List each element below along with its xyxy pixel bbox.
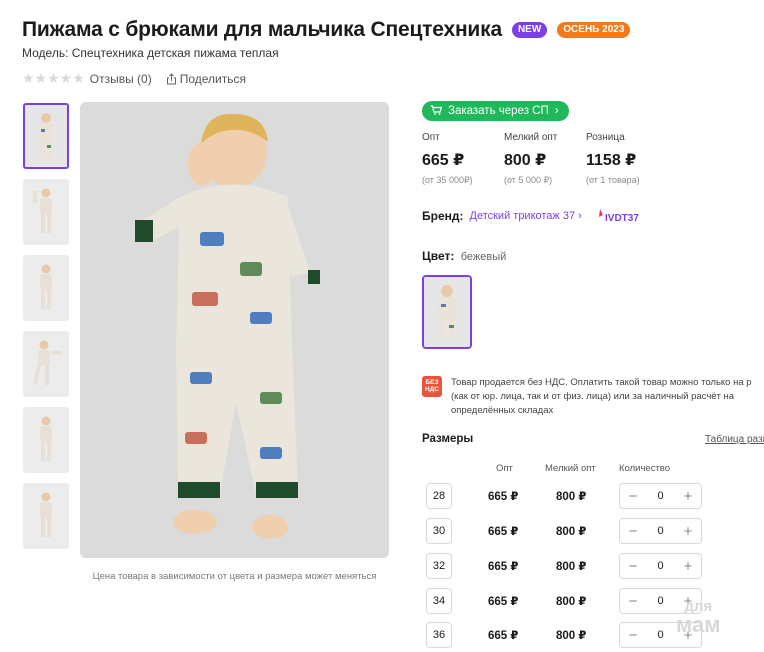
quantity-value[interactable]: 0: [657, 629, 663, 641]
col-small-opt: Мелкий опт: [545, 463, 596, 474]
price-small-wholesale: Мелкий опт 800 ₽ (от 5 000 ₽): [504, 132, 586, 186]
size-row: 30 665 ₽ 800 ₽ − 0 +: [426, 518, 764, 544]
quantity-value[interactable]: 0: [657, 525, 663, 537]
size-price-opt: 665 ₽: [488, 596, 519, 608]
minus-button[interactable]: −: [626, 558, 640, 575]
color-value: бежевый: [460, 251, 507, 263]
size-price-small-opt: 800 ₽: [556, 596, 587, 608]
page-title: Пижама с брюками для мальчика Спецтехник…: [22, 18, 502, 41]
chevron-right-icon: ›: [554, 105, 559, 117]
brand-row: Бренд: Детский трикотаж 37 › IVDT37: [422, 206, 642, 226]
thumbnail[interactable]: [23, 331, 69, 397]
quantity-stepper: − 0 +: [619, 553, 702, 579]
vat-text: Товар продается без НДС. Оплатить такой …: [451, 377, 752, 416]
price-wholesale: Опт 665 ₽ (от 35 000₽): [422, 132, 504, 186]
cart-icon: [430, 104, 443, 118]
price-retail: Розница 1158 ₽ (от 1 товара): [586, 132, 668, 186]
reviews-link[interactable]: Отзывы (0): [90, 72, 152, 86]
price-condition: (от 1 товара): [586, 175, 640, 185]
size-value: 34: [426, 588, 452, 614]
color-row: Цвет: бежевый: [422, 249, 506, 263]
size-price-small-opt: 800 ₽: [556, 561, 587, 573]
size-price-small-opt: 800 ₽: [556, 491, 587, 503]
size-price-opt: 665 ₽: [488, 561, 519, 573]
no-vat-icon: БЕЗ НДС: [422, 376, 442, 397]
size-value: 30: [426, 518, 452, 544]
size-price-small-opt: 800 ₽: [556, 526, 587, 538]
watermark-line2: мам: [676, 612, 721, 637]
model-text: Модель: Спецтехника детская пижама тепла…: [22, 46, 279, 60]
brand-link[interactable]: Детский трикотаж 37 ›: [470, 210, 582, 222]
price-label: Опт: [422, 132, 440, 143]
price-condition: (от 35 000₽): [422, 175, 473, 185]
size-price-opt: 665 ₽: [488, 526, 519, 538]
plus-button[interactable]: +: [681, 523, 695, 540]
thumbnail[interactable]: [23, 407, 69, 473]
share-button[interactable]: Поделиться: [166, 72, 246, 86]
rating-row: ★★★★★ Отзывы (0) Поделиться: [22, 70, 246, 87]
price-value: 800 ₽: [504, 152, 547, 169]
main-product-photo[interactable]: [80, 102, 389, 558]
quantity-stepper: − 0 +: [619, 518, 702, 544]
col-opt: Опт: [496, 463, 513, 474]
size-value: 36: [426, 622, 452, 648]
thumbnail[interactable]: [23, 179, 69, 245]
price-note: Цена товара в зависимости от цвета и раз…: [92, 571, 377, 582]
size-price-opt: 665 ₽: [488, 630, 519, 642]
rating-stars[interactable]: ★★★★★: [22, 70, 85, 87]
price-label: Розница: [586, 132, 625, 143]
quantity-value[interactable]: 0: [657, 560, 663, 572]
minus-button[interactable]: −: [626, 627, 640, 644]
size-price-small-opt: 800 ₽: [556, 630, 587, 642]
size-row: 32 665 ₽ 800 ₽ − 0 +: [426, 553, 764, 579]
title-row: Пижама с брюками для мальчика Спецтехник…: [22, 18, 631, 42]
plus-button[interactable]: +: [681, 558, 695, 575]
price-label: Мелкий опт: [504, 132, 558, 143]
price-condition: (от 5 000 ₽): [504, 175, 553, 185]
price-value: 665 ₽: [422, 152, 465, 169]
order-via-sp-button[interactable]: Заказать через СП ›: [422, 101, 569, 121]
minus-button[interactable]: −: [626, 523, 640, 540]
color-label: Цвет:: [422, 249, 455, 263]
watermark: для мам: [676, 598, 721, 637]
color-swatch-beige[interactable]: [422, 275, 472, 349]
thumbnail-list: [23, 103, 69, 559]
brand-logo[interactable]: IVDT37: [596, 206, 642, 226]
thumbnail[interactable]: [23, 255, 69, 321]
price-value: 1158 ₽: [586, 152, 637, 169]
size-row: 28 665 ₽ 800 ₽ − 0 +: [426, 483, 764, 509]
order-button-label: Заказать через СП: [448, 105, 549, 117]
minus-button[interactable]: −: [626, 488, 640, 505]
quantity-value[interactable]: 0: [657, 595, 663, 607]
share-icon: [166, 73, 176, 85]
quantity-stepper: − 0 +: [619, 483, 702, 509]
quantity-value[interactable]: 0: [657, 490, 663, 502]
share-label: Поделиться: [179, 71, 246, 86]
brand-logo-text: IVDT37: [605, 213, 639, 224]
size-value: 32: [426, 553, 452, 579]
vat-notice: БЕЗ НДС Товар продается без НДС. Оплатит…: [422, 376, 764, 418]
season-badge: ОСЕНЬ 2023: [557, 22, 631, 38]
price-block: Опт 665 ₽ (от 35 000₽) Мелкий опт 800 ₽ …: [422, 132, 668, 186]
col-qty: Количество: [619, 463, 671, 474]
new-badge: NEW: [511, 22, 548, 38]
thumbnail[interactable]: [23, 103, 69, 169]
sizes-title: Размеры: [422, 433, 474, 445]
plus-button[interactable]: +: [681, 488, 695, 505]
minus-button[interactable]: −: [626, 593, 640, 610]
size-price-opt: 665 ₽: [488, 491, 519, 503]
size-table-link[interactable]: Таблица разм: [705, 434, 764, 445]
size-value: 28: [426, 483, 452, 509]
thumbnail[interactable]: [23, 483, 69, 549]
brand-label: Бренд:: [422, 209, 464, 223]
